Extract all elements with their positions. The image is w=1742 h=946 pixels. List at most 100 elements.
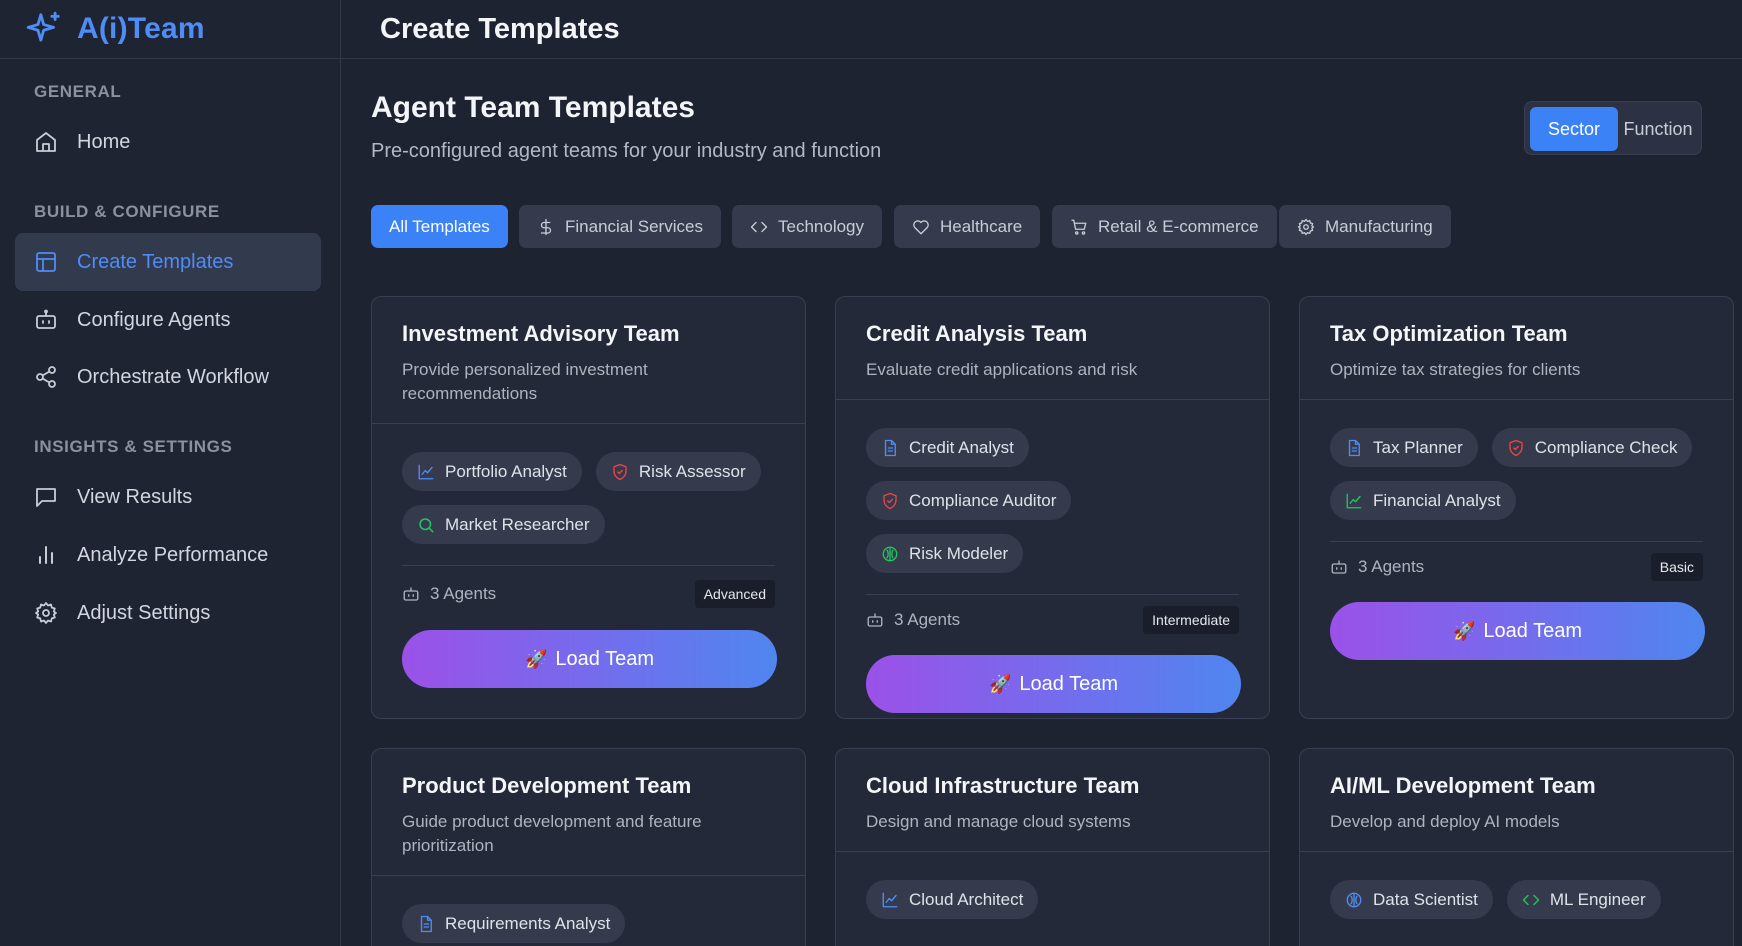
sidebar-item-configure-agents[interactable]: Configure Agents <box>15 291 321 349</box>
agent-chip: Risk Assessor <box>595 452 761 491</box>
code-icon <box>1522 894 1540 905</box>
sidebar-item-create-templates[interactable]: Create Templates <box>15 233 321 291</box>
agent-name: Compliance Auditor <box>909 490 1057 510</box>
rocket-icon: 🚀 <box>524 648 548 669</box>
filter-label: All Templates <box>389 216 490 236</box>
brain-icon <box>1346 892 1362 907</box>
filter-label: Manufacturing <box>1325 216 1433 236</box>
filter-financial-services[interactable]: Financial Services <box>519 205 721 248</box>
card-title: Cloud Infrastructure Team <box>866 773 1140 798</box>
agent-list: Data Scientist ML Engineer <box>1330 880 1703 919</box>
document-icon <box>884 439 896 456</box>
sidebar-item-label: Adjust Settings <box>77 601 211 624</box>
card-body: Cloud Architect <box>836 852 1269 919</box>
card-header: Product Development Team Guide product d… <box>372 749 805 876</box>
agent-chip: Risk Modeler <box>866 534 1024 573</box>
card-header: Credit Analysis Team Evaluate credit app… <box>836 297 1269 400</box>
document-icon <box>1348 439 1360 456</box>
agent-chip: Compliance Auditor <box>866 481 1072 520</box>
filter-manufacturing[interactable]: Manufacturing <box>1279 205 1451 248</box>
rocket-icon: 🚀 <box>988 673 1012 694</box>
card-description: Provide personalized investment recommen… <box>402 360 648 403</box>
agent-name: Cloud Architect <box>909 889 1024 909</box>
filter-label: Financial Services <box>565 216 703 236</box>
trend-icon <box>1346 493 1362 508</box>
sidebar-item-analyze-performance[interactable]: Analyze Performance <box>15 526 321 584</box>
agent-name: Data Scientist <box>1373 889 1478 909</box>
card-header: Tax Optimization Team Optimize tax strat… <box>1300 297 1733 400</box>
brand[interactable]: A(i)Team <box>0 0 340 59</box>
card-body: Credit Analyst Compliance Auditor Risk M… <box>836 400 1269 713</box>
sparkle-logo-icon <box>26 11 60 42</box>
card-title: Credit Analysis Team <box>866 321 1088 346</box>
code-icon <box>750 221 768 232</box>
agent-name: Tax Planner <box>1373 437 1463 457</box>
card-body: Tax Planner Compliance Check Financial A… <box>1300 400 1733 660</box>
card-description: Evaluate credit applications and risk <box>866 360 1138 379</box>
agent-name: Credit Analyst <box>909 437 1014 457</box>
card-title: Investment Advisory Team <box>402 321 680 346</box>
agent-chip: ML Engineer <box>1506 880 1661 919</box>
button-label: Load Team <box>1483 619 1582 642</box>
toggle-function-button[interactable]: Function <box>1618 107 1698 151</box>
agent-chip: Tax Planner <box>1330 428 1478 467</box>
brain-icon <box>882 546 898 561</box>
agents-count-label: 3 Agents <box>430 584 497 603</box>
main-content: Agent Team Templates Pre-configured agen… <box>341 60 1742 946</box>
sidebar-item-label: Create Templates <box>77 250 234 273</box>
agent-list: Cloud Architect <box>866 880 1239 919</box>
load-team-button[interactable]: 🚀 Load Team <box>1330 602 1705 660</box>
dollar-icon <box>540 218 552 235</box>
sidebar-item-label: Orchestrate Workflow <box>77 365 269 388</box>
shield-icon <box>1509 439 1523 456</box>
shield-icon <box>613 463 627 480</box>
card-header: Cloud Infrastructure Team Design and man… <box>836 749 1269 852</box>
section-label-build: BUILD & CONFIGURE <box>34 202 220 221</box>
card-meta: 3 Agents Basic <box>1330 550 1703 584</box>
search-icon <box>419 517 434 532</box>
toggle-sector-button[interactable]: Sector <box>1530 107 1618 151</box>
sidebar-item-label: Analyze Performance <box>77 543 269 566</box>
agent-chip: Compliance Check <box>1491 428 1693 467</box>
load-team-button[interactable]: 🚀 Load Team <box>866 655 1241 713</box>
filter-all-templates[interactable]: All Templates <box>371 205 508 248</box>
sidebar-item-label: Configure Agents <box>77 308 231 331</box>
card-description: Design and manage cloud systems <box>866 812 1131 831</box>
sidebar-item-view-results[interactable]: View Results <box>15 468 321 526</box>
filter-label: Technology <box>778 216 865 236</box>
agent-list: Portfolio Analyst Risk Assessor Market R… <box>402 452 775 544</box>
filter-retail-ecommerce[interactable]: Retail & E-commerce <box>1052 205 1277 248</box>
template-card: Investment Advisory Team Provide persona… <box>371 296 806 719</box>
bot-icon <box>403 587 419 601</box>
template-card: Product Development Team Guide product d… <box>371 748 806 946</box>
card-title: Product Development Team <box>402 773 692 798</box>
gear-icon <box>1297 218 1315 235</box>
top-bar: Create Templates <box>341 0 1742 59</box>
card-meta: 3 Agents Intermediate <box>866 603 1239 637</box>
sidebar-item-orchestrate-workflow[interactable]: Orchestrate Workflow <box>15 348 321 406</box>
share-icon <box>36 366 56 388</box>
rocket-icon: 🚀 <box>1452 620 1476 641</box>
sidebar-item-adjust-settings[interactable]: Adjust Settings <box>15 584 321 642</box>
section-label-insights: INSIGHTS & SETTINGS <box>34 437 233 456</box>
filter-technology[interactable]: Technology <box>732 205 883 248</box>
card-description: Develop and deploy AI models <box>1330 812 1560 831</box>
filter-label: Healthcare <box>940 216 1023 236</box>
filter-healthcare[interactable]: Healthcare <box>894 205 1041 248</box>
card-body: Requirements Analyst <box>372 876 805 943</box>
card-title: AI/ML Development Team <box>1330 773 1596 798</box>
card-body: Portfolio Analyst Risk Assessor Market R… <box>372 424 805 688</box>
agents-count: 3 Agents <box>866 610 960 630</box>
agent-list: Requirements Analyst <box>402 904 775 943</box>
sidebar-item-home[interactable]: Home <box>15 113 321 171</box>
card-title: Tax Optimization Team <box>1330 321 1568 346</box>
page-subtitle: Pre-configured agent teams for your indu… <box>371 140 882 162</box>
load-team-button[interactable]: 🚀 Load Team <box>402 630 777 688</box>
shield-icon <box>883 492 897 509</box>
card-divider <box>1330 541 1703 542</box>
agent-name: Financial Analyst <box>1373 490 1501 510</box>
sidebar: A(i)Team GENERAL Home BUILD & CONFIGURE … <box>0 0 341 946</box>
agent-name: Risk Assessor <box>638 461 746 481</box>
card-header: Investment Advisory Team Provide persona… <box>372 297 805 424</box>
card-body: Data Scientist ML Engineer <box>1300 852 1733 919</box>
